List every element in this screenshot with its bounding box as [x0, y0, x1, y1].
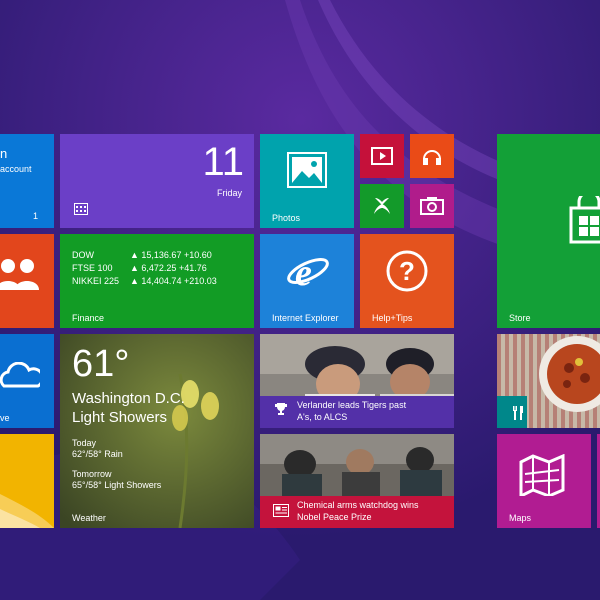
mail-title: n: [0, 146, 8, 161]
internet-explorer-label: Internet Explorer: [272, 313, 339, 323]
finance-row-value: ▲ 6,472.25 +41.76: [130, 263, 207, 273]
cloud-icon: [0, 361, 45, 395]
finance-row-name: FTSE 100: [72, 263, 113, 273]
weather-city: Washington D.C.: [72, 390, 185, 407]
photos-tile[interactable]: Photos: [260, 134, 354, 228]
people-tile[interactable]: [0, 234, 54, 328]
games-tile[interactable]: [360, 184, 404, 228]
weather-label: Weather: [72, 513, 106, 523]
maps-tile[interactable]: Maps: [497, 434, 591, 528]
news-tile[interactable]: Chemical arms watchdog wins Nobel Peace …: [260, 434, 454, 528]
weather-tomorrow-forecast: 65°/58° Light Showers: [72, 480, 162, 490]
weather-condition: Light Showers: [72, 409, 168, 426]
photos-label: Photos: [272, 213, 301, 223]
calendar-day-name: Friday: [216, 188, 242, 198]
finance-row-name: NIKKEI 225: [72, 276, 120, 286]
map-icon: [519, 453, 565, 501]
mail-badge: 1: [32, 211, 38, 221]
trophy-icon: [274, 402, 288, 421]
desktop-wallpaper-preview: [0, 494, 54, 528]
video-tile[interactable]: [360, 134, 404, 178]
news-headline-line2: Nobel Peace Prize: [297, 512, 372, 522]
food-drink-tile[interactable]: [497, 334, 600, 428]
newspaper-icon: [273, 504, 289, 522]
help-tips-label: Help+Tips: [372, 313, 413, 323]
sports-headline-line2: A's, to ALCS: [297, 412, 348, 422]
finance-tile[interactable]: DOW ▲ 15,136.67 +10.60 FTSE 100 ▲ 6,472.…: [60, 234, 254, 328]
sports-news-tile[interactable]: Verlander leads Tigers past A's, to ALCS: [260, 334, 454, 428]
maps-label: Maps: [509, 513, 532, 523]
skydrive-tile[interactable]: ve: [0, 334, 54, 428]
camera-icon: [420, 197, 444, 220]
mail-subtitle: account: [0, 164, 32, 174]
skydrive-label: ve: [0, 413, 10, 423]
svg-text:?: ?: [399, 256, 415, 286]
weather-today-forecast: 62°/58° Rain: [72, 449, 123, 459]
finance-row-value: ▲ 15,136.67 +10.60: [130, 250, 212, 260]
help-tips-tile[interactable]: ? Help+Tips: [360, 234, 454, 328]
fork-knife-icon: [512, 406, 524, 425]
music-tile[interactable]: [410, 134, 454, 178]
store-tile[interactable]: Store: [497, 134, 600, 328]
weather-tomorrow-label: Tomorrow: [72, 469, 112, 479]
news-headline-line1: Chemical arms watchdog wins: [297, 500, 419, 510]
help-icon: ?: [386, 250, 428, 297]
xbox-icon: [372, 196, 392, 221]
headphones-icon: [421, 145, 443, 172]
store-label: Store: [509, 313, 531, 323]
weather-tile[interactable]: 61° Washington D.C. Light Showers Today …: [60, 334, 254, 528]
weather-today-label: Today: [72, 438, 97, 448]
svg-text:e: e: [295, 252, 312, 292]
sports-headline-line1: Verlander leads Tigers past: [297, 400, 407, 410]
mail-tile[interactable]: n account 1: [0, 134, 54, 228]
desktop-tile[interactable]: [0, 434, 54, 528]
store-bag-icon: [569, 190, 600, 249]
video-icon: [371, 147, 393, 170]
calendar-tile[interactable]: 11 Friday: [60, 134, 254, 228]
internet-explorer-tile[interactable]: e Internet Explorer: [260, 234, 354, 328]
calendar-day-number: 11: [202, 140, 244, 184]
internet-explorer-icon: e: [286, 250, 330, 297]
finance-row-value: ▲ 14,404.74 +210.03: [130, 276, 217, 286]
photos-icon: [287, 152, 327, 193]
calendar-icon: [74, 202, 88, 220]
people-icon: [0, 256, 40, 297]
weather-temperature: 61°: [72, 343, 130, 385]
camera-tile[interactable]: [410, 184, 454, 228]
finance-label: Finance: [72, 313, 105, 323]
finance-row-name: DOW: [72, 250, 94, 260]
